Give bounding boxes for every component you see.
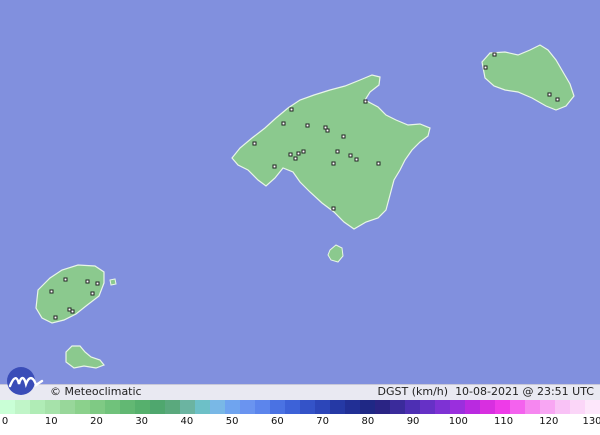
scale-swatch [375, 400, 390, 414]
scale-swatch [345, 400, 360, 414]
scale-swatch [390, 400, 405, 414]
scale-swatch [45, 400, 60, 414]
scale-swatch [465, 400, 480, 414]
scale-swatch [195, 400, 210, 414]
station-marker [49, 289, 54, 294]
scale-swatch [270, 400, 285, 414]
scale-swatch [120, 400, 135, 414]
scale-swatch [165, 400, 180, 414]
station-marker [348, 153, 353, 158]
scale-swatch [210, 400, 225, 414]
scale-swatch [540, 400, 555, 414]
scale-swatch [315, 400, 330, 414]
scale-swatch [405, 400, 420, 414]
scale-swatch [480, 400, 495, 414]
scale-swatch [105, 400, 120, 414]
scale-swatch [60, 400, 75, 414]
scale-tick-label: 50 [225, 416, 239, 427]
scale-swatch [570, 400, 585, 414]
station-marker [281, 121, 286, 126]
scale-swatch [180, 400, 195, 414]
station-marker [492, 52, 497, 57]
map-info: DGST (km/h) 10-08-2021 @ 23:51 UTC [378, 385, 594, 398]
scale-tick-label: 130 [582, 416, 600, 427]
scale-tick-label: 40 [180, 416, 194, 427]
station-marker [331, 161, 336, 166]
scale-swatch [510, 400, 525, 414]
station-marker [331, 206, 336, 211]
scale-swatch [90, 400, 105, 414]
scale-tick-label: 120 [539, 416, 559, 427]
scale-swatch [225, 400, 240, 414]
islet-ibiza [109, 278, 117, 286]
scale-swatch [585, 400, 600, 414]
station-marker [363, 99, 368, 104]
station-marker [85, 279, 90, 284]
scale-tick-label: 0 [1, 416, 9, 427]
scale-swatch [30, 400, 45, 414]
scale-tick-label: 30 [135, 416, 149, 427]
color-scale [0, 400, 600, 414]
scale-swatch [450, 400, 465, 414]
scale-swatch [285, 400, 300, 414]
station-marker [289, 107, 294, 112]
scale-swatch [420, 400, 435, 414]
station-marker [63, 277, 68, 282]
station-marker [305, 123, 310, 128]
station-marker [335, 149, 340, 154]
scale-swatch [0, 400, 15, 414]
variable-label: DGST (km/h) [377, 385, 449, 398]
scale-swatch [360, 400, 375, 414]
station-marker [70, 309, 75, 314]
scale-swatch [330, 400, 345, 414]
station-marker [252, 141, 257, 146]
scale-tick-label: 90 [406, 416, 420, 427]
station-marker [376, 161, 381, 166]
station-marker [53, 315, 58, 320]
scale-swatch [495, 400, 510, 414]
scale-swatch [300, 400, 315, 414]
scale-swatch [15, 400, 30, 414]
scale-tick-label: 10 [44, 416, 58, 427]
scale-tick-label: 80 [361, 416, 375, 427]
station-marker [547, 92, 552, 97]
scale-tick-label: 60 [271, 416, 284, 427]
scale-tick-label: 100 [448, 416, 468, 427]
scale-swatch [555, 400, 570, 414]
scale-swatch [525, 400, 540, 414]
station-marker [293, 156, 298, 161]
map-canvas [0, 0, 600, 384]
scale-swatch [435, 400, 450, 414]
scale-tick-label: 70 [316, 416, 329, 427]
station-marker [272, 164, 277, 169]
station-marker [296, 151, 301, 156]
station-marker [95, 281, 100, 286]
scale-swatch [255, 400, 270, 414]
station-marker [555, 97, 560, 102]
scale-ticks: 0 10 20 30 40 50 60 70 80 90 100 110 120 130 [0, 414, 600, 435]
credit-text: © Meteoclimatic [50, 385, 142, 398]
scale-swatch [240, 400, 255, 414]
datetime-label: 10-08-2021 @ 23:51 UTC [455, 385, 594, 398]
meteoclimatic-logo [7, 367, 44, 395]
station-marker [483, 65, 488, 70]
station-marker [354, 157, 359, 162]
scale-swatch [75, 400, 90, 414]
scale-tick-label: 20 [90, 416, 103, 427]
scale-swatch [150, 400, 165, 414]
scale-tick-label: 110 [493, 416, 514, 427]
station-marker [288, 152, 293, 157]
station-marker [90, 291, 95, 296]
station-marker [341, 134, 346, 139]
scale-swatch [135, 400, 150, 414]
station-marker [325, 128, 330, 133]
station-marker [301, 149, 306, 154]
